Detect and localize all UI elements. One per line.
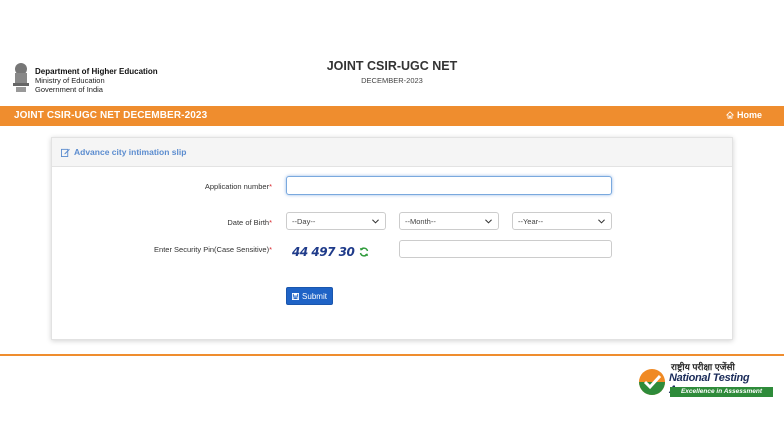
submit-label: Submit xyxy=(302,291,327,301)
day-select-value: --Day-- xyxy=(292,216,316,226)
navbar: JOINT CSIR-UGC NET DECEMBER-2023 Home xyxy=(0,106,784,126)
application-number-label: Application number* xyxy=(204,182,272,191)
form-card: Advance city intimation slip Application… xyxy=(51,137,733,340)
submit-button[interactable]: Submit xyxy=(286,287,333,305)
navbar-title: JOINT CSIR-UGC NET DECEMBER-2023 xyxy=(14,110,208,121)
nta-tagline: Excellence in Assessment xyxy=(670,387,773,397)
card-title: Advance city intimation slip xyxy=(74,147,187,157)
save-icon xyxy=(292,292,300,300)
chevron-down-icon xyxy=(372,218,379,224)
exam-subtitle: DECEMBER-2023 xyxy=(361,76,423,85)
card-header: Advance city intimation slip xyxy=(52,138,732,167)
month-select-value: --Month-- xyxy=(405,216,436,226)
month-select[interactable]: --Month-- xyxy=(399,212,499,230)
day-select[interactable]: --Day-- xyxy=(286,212,386,230)
government-name: Government of India xyxy=(35,85,103,94)
year-select-value: --Year-- xyxy=(518,216,544,226)
edit-icon xyxy=(61,148,70,157)
footer-divider xyxy=(0,354,784,356)
date-of-birth-label: Date of Birth* xyxy=(227,218,272,227)
required-mark: * xyxy=(269,182,272,191)
nta-logo-block: राष्ट्रीय परीक्षा एजेंसी National Testin… xyxy=(638,360,774,400)
home-link-label: Home xyxy=(736,110,762,120)
home-link[interactable]: Home xyxy=(725,110,762,120)
chevron-down-icon xyxy=(485,218,492,224)
required-mark: * xyxy=(269,218,272,227)
security-pin-input[interactable] xyxy=(399,240,612,258)
chevron-down-icon xyxy=(598,218,605,224)
year-select[interactable]: --Year-- xyxy=(512,212,612,230)
page-header: Department of Higher Education Ministry … xyxy=(0,0,784,106)
captcha-image: 44 497 30 xyxy=(292,245,355,259)
refresh-icon[interactable] xyxy=(359,247,369,257)
security-pin-label: Enter Security Pin(Case Sensitive)* xyxy=(154,245,272,254)
home-icon xyxy=(725,111,734,119)
exam-title: JOINT CSIR-UGC NET xyxy=(326,59,458,73)
required-mark: * xyxy=(269,245,272,254)
application-number-input[interactable] xyxy=(286,176,612,195)
nta-logo-icon xyxy=(639,369,665,395)
